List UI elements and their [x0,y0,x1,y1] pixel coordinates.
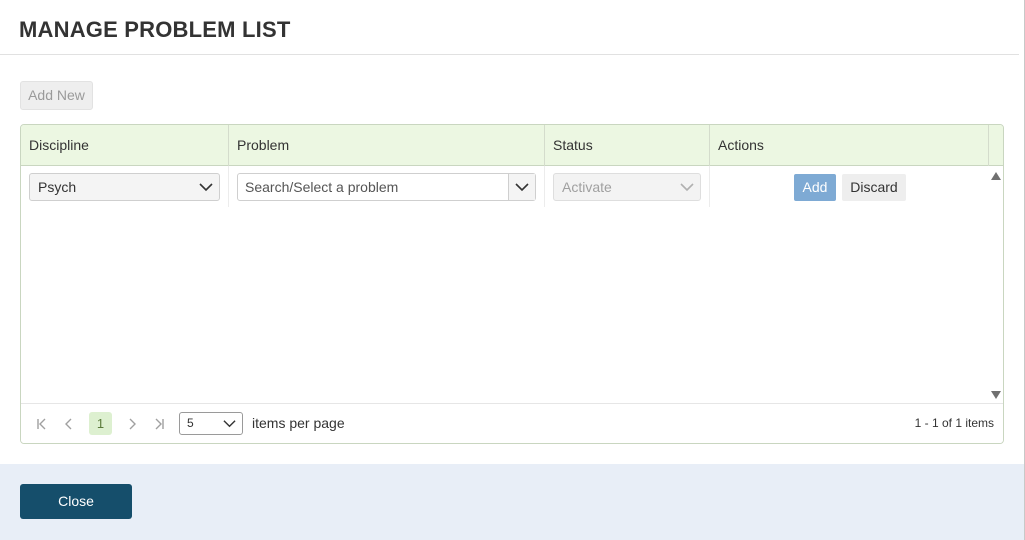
last-page-button[interactable] [149,413,169,435]
status-dropdown: Activate [553,173,701,201]
problem-placeholder: Search/Select a problem [245,179,399,195]
chevron-down-icon [515,183,529,192]
problem-cell: Search/Select a problem [229,166,545,207]
first-page-icon [37,418,46,430]
dialog-footer: Close [0,464,1024,540]
title-divider [0,54,1019,55]
header-scroll-spacer [988,125,1003,166]
close-button[interactable]: Close [20,484,132,519]
items-per-page-label: items per page [252,415,345,431]
discipline-dropdown[interactable]: Psych [29,173,220,201]
discipline-cell: Psych [21,166,229,207]
first-page-button[interactable] [32,413,52,435]
problem-dropdown-button[interactable] [508,174,535,200]
column-header-problem[interactable]: Problem [229,125,545,166]
chevron-down-icon [223,420,236,428]
column-header-actions: Actions [718,137,764,153]
pager-info: 1 - 1 of 1 items [914,416,994,430]
column-header-discipline[interactable]: Discipline [21,125,229,166]
previous-page-button[interactable] [59,413,79,435]
dialog-title: MANAGE PROBLEM LIST [19,17,291,42]
page-size-dropdown[interactable]: 5 [179,412,243,435]
column-header-status[interactable]: Status [545,125,710,166]
chevron-down-icon [680,183,694,192]
scroll-down-arrow-icon[interactable] [991,391,1001,399]
chevron-down-icon [199,183,213,192]
next-page-icon [129,418,136,430]
next-page-button[interactable] [122,413,142,435]
previous-page-icon [65,418,72,430]
current-page-number[interactable]: 1 [89,412,112,435]
grid-pager: 1 5 items per page 1 - 1 of 1 items [21,403,1003,443]
add-button[interactable]: Add [794,174,836,201]
manage-problem-list-dialog: MANAGE PROBLEM LIST Add New Discipline P… [0,0,1025,540]
grid-header: Discipline Problem Status Actions [21,125,1003,166]
page-size-value: 5 [187,416,194,430]
last-page-icon [155,418,164,430]
problem-combobox[interactable]: Search/Select a problem [237,173,536,201]
problem-grid: Discipline Problem Status Actions Psych … [20,124,1004,444]
scroll-up-arrow-icon[interactable] [991,172,1001,180]
status-value: Activate [562,179,612,195]
discipline-value: Psych [38,179,77,195]
add-new-button[interactable]: Add New [20,81,93,110]
status-cell: Activate [545,166,710,207]
discard-button[interactable]: Discard [842,174,906,201]
